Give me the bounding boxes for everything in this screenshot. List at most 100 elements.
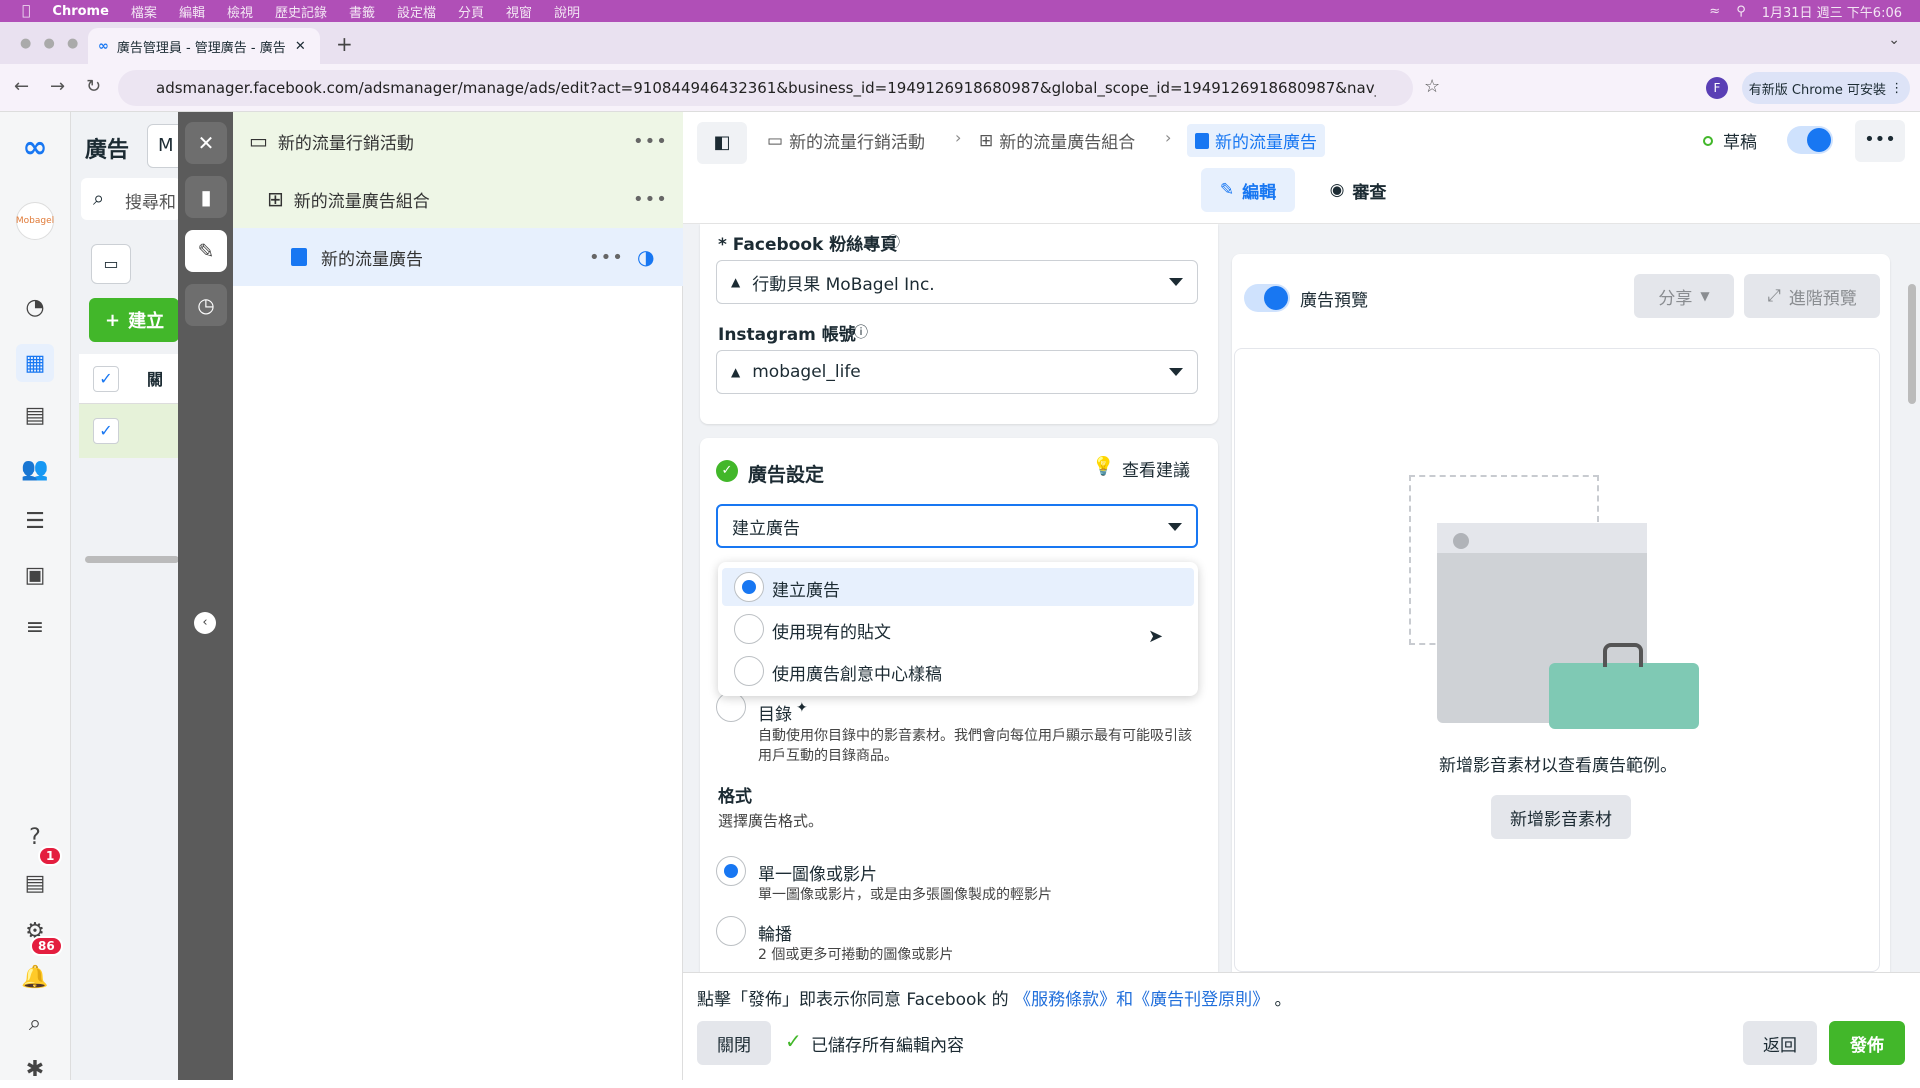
chrome-update-button[interactable]: 有新版 Chrome 可安裝 ⋮ (1742, 72, 1910, 104)
create-button[interactable]: + 建立 (89, 298, 179, 342)
all-tools-icon[interactable]: ≡ (16, 608, 54, 646)
menu-help[interactable]: 說明 (554, 2, 580, 21)
catalog-icon[interactable]: ▣ (16, 556, 54, 594)
chart-icon[interactable]: ▮ (185, 176, 227, 218)
menu-edit[interactable]: 編輯 (179, 2, 205, 21)
menu-bookmarks[interactable]: 書籤 (349, 2, 375, 21)
page-title: 廣告 (85, 138, 130, 163)
profile-avatar[interactable]: F (1706, 77, 1728, 99)
horizontal-scrollbar[interactable] (85, 556, 179, 563)
back-button[interactable]: 返回 (1743, 1021, 1817, 1065)
info-icon[interactable]: ⓘ (854, 322, 868, 342)
publish-button[interactable]: 發佈 (1829, 1021, 1905, 1065)
row-checkbox[interactable]: ✓ (93, 418, 119, 444)
wifi-icon[interactable]: ≈ (1709, 4, 1720, 19)
more-actions-icon[interactable]: ••• (1855, 120, 1905, 162)
menu-file[interactable]: 檔案 (131, 2, 157, 21)
menubar-clock[interactable]: 1月31日 週三 下午6:06 (1762, 2, 1902, 21)
more-options-icon[interactable]: ••• (633, 131, 668, 152)
breadcrumb-adset[interactable]: ⊞ 新的流量廣告組合 (979, 128, 1135, 154)
more-options-icon[interactable]: ••• (633, 189, 668, 210)
tree-campaign-label: 新的流量行銷活動 (277, 133, 414, 154)
search-icon[interactable]: ⌕ (16, 1004, 54, 1042)
news-icon[interactable]: ▤ (16, 864, 54, 902)
tree-item-campaign[interactable]: ▭ 新的流量行銷活動 ••• (233, 112, 683, 170)
chevron-down-icon: ▼ (1700, 289, 1710, 303)
ad-setup-card: ✓ 廣告設定 💡 查看建議 建立廣告 目錄 ✦ 自動使用你目錄中的影音素材。我們… (700, 438, 1218, 972)
breadcrumb-campaign[interactable]: ▭ 新的流量行銷活動 (767, 128, 925, 154)
folder-icon: ▭ (249, 129, 268, 153)
menu-option-creative-hub[interactable]: 使用廣告創意中心樣稿 (722, 652, 1194, 690)
close-tab-icon[interactable]: ✕ (295, 39, 306, 54)
dashboard-icon[interactable]: ◔ (16, 288, 54, 326)
folder-view-icon[interactable]: ▭ (91, 244, 131, 284)
meta-logo-icon[interactable]: ∞ (16, 128, 54, 166)
option-radio (734, 614, 764, 644)
ad-preview-toggle[interactable] (1244, 284, 1290, 312)
ad-on-off-toggle[interactable] (1787, 126, 1833, 154)
advanced-preview-button[interactable]: ⤢ 進階預覽 (1744, 274, 1880, 318)
menu-view[interactable]: 檢視 (227, 2, 253, 21)
address-field[interactable]: adsmanager.facebook.com/adsmanager/manag… (118, 70, 1413, 106)
macos-menubar:  Chrome 檔案 編輯 檢視 歷史記錄 書籤 設定檔 分頁 視窗 說明 ≈… (0, 0, 1920, 22)
grid-icon: ⊞ (267, 187, 284, 211)
notifications-bell-icon[interactable]: 🔔 (16, 958, 54, 996)
vertical-scrollbar[interactable] (1908, 284, 1916, 404)
back-icon[interactable]: ← (14, 76, 29, 97)
folder-icon: ▭ (767, 130, 784, 151)
view-suggestions-link[interactable]: 查看建議 (1122, 456, 1190, 481)
bookmark-star-icon[interactable]: ☆ (1424, 76, 1440, 97)
forward-icon[interactable]: → (50, 76, 65, 97)
pages-icon[interactable]: ▤ (16, 396, 54, 434)
select-all-checkbox[interactable]: ✓ (93, 366, 119, 392)
menu-history[interactable]: 歷史記錄 (275, 2, 327, 21)
format-carousel-radio[interactable] (716, 916, 746, 946)
tree-item-adset[interactable]: ⊞ 新的流量廣告組合 ••• (233, 170, 683, 228)
table-row[interactable]: ✓ (79, 404, 179, 458)
ig-account-select[interactable]: ▲ mobagel_life (716, 350, 1198, 394)
tab-search-icon[interactable]: ⌄ (1888, 32, 1900, 48)
window-controls[interactable]: ● ● ● (20, 36, 82, 51)
share-button[interactable]: 分享 ▼ (1634, 274, 1734, 318)
search-icon[interactable]: ⚲ (1736, 4, 1746, 19)
draft-status-dot (1703, 136, 1713, 146)
close-button[interactable]: 關閉 (697, 1021, 771, 1065)
catalog-radio[interactable] (716, 692, 746, 722)
fb-page-select[interactable]: ▲ 行動貝果 MoBagel Inc. (716, 260, 1198, 304)
browser-tab[interactable]: ∞ 廣告管理員 - 管理廣告 - 廣告 ✕ (88, 28, 320, 64)
contrast-icon[interactable]: ◑ (637, 245, 654, 269)
apple-icon[interactable]:  (22, 3, 30, 19)
tab-edit[interactable]: ✎ 編輯 (1201, 168, 1295, 212)
edit-pencil-icon[interactable]: ✎ (185, 230, 227, 272)
menu-app-name[interactable]: Chrome (52, 4, 109, 19)
tab-review[interactable]: ◉ 審查 (1311, 168, 1405, 212)
menu-option-create-ad[interactable]: 建立廣告 (722, 568, 1194, 606)
toggle-sidebar-icon[interactable]: ◧ (697, 122, 747, 164)
menu-profiles[interactable]: 設定檔 (397, 2, 436, 21)
report-bug-icon[interactable]: ✱ (16, 1050, 54, 1088)
breadcrumb-ad[interactable]: 新的流量廣告 (1187, 124, 1325, 157)
reload-icon[interactable]: ↻ (86, 76, 101, 97)
terms-link[interactable]: 《服務條款》和《廣告刊登原則》 (1014, 990, 1269, 1010)
new-tab-icon[interactable]: + (336, 32, 353, 56)
crumb-ad-label: 新的流量廣告 (1215, 133, 1317, 153)
billing-icon[interactable]: ☰ (16, 502, 54, 540)
ads-manager-table-icon[interactable]: ▦ (16, 344, 54, 382)
info-icon[interactable]: ⓘ (886, 232, 900, 252)
option-radio (734, 656, 764, 686)
collapse-chevron-icon[interactable]: ‹ (194, 612, 216, 634)
add-media-button[interactable]: 新增影音素材 (1491, 795, 1631, 839)
account-avatar[interactable]: Mobagel (16, 202, 54, 240)
close-editor-icon[interactable]: ✕ (185, 122, 227, 164)
tree-item-ad[interactable]: 新的流量廣告 ••• ◑ (233, 228, 683, 286)
menu-tab[interactable]: 分頁 (458, 2, 484, 21)
format-single-radio[interactable] (716, 856, 746, 886)
menu-option-existing-post[interactable]: 使用現有的貼文 (722, 610, 1194, 648)
more-options-icon[interactable]: ••• (589, 247, 624, 268)
advanced-preview-label: 進階預覽 (1788, 288, 1857, 309)
audiences-icon[interactable]: 👥 (16, 450, 54, 488)
menu-window[interactable]: 視窗 (506, 2, 532, 21)
history-clock-icon[interactable]: ◷ (185, 284, 227, 326)
page-avatar-icon: ▲ (731, 275, 741, 289)
ad-setup-select[interactable]: 建立廣告 (716, 504, 1198, 548)
